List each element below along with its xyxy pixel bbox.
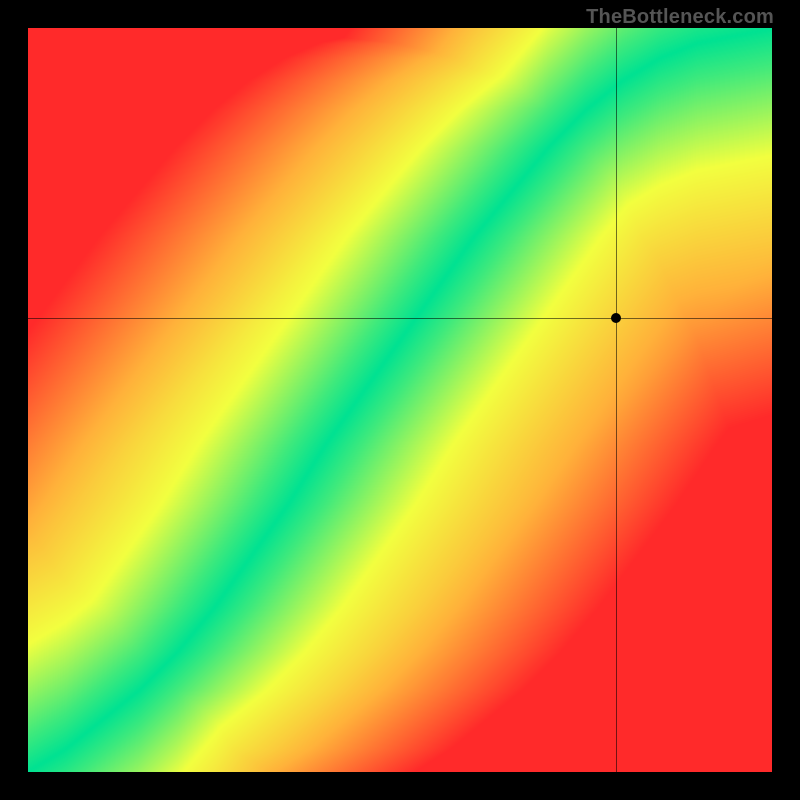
watermark: TheBottleneck.com — [586, 6, 774, 29]
queried-point-marker — [611, 313, 621, 323]
heatmap-plot — [28, 28, 772, 772]
heatmap-canvas — [28, 28, 772, 772]
crosshair-horizontal — [28, 318, 772, 319]
crosshair-vertical — [616, 28, 617, 772]
